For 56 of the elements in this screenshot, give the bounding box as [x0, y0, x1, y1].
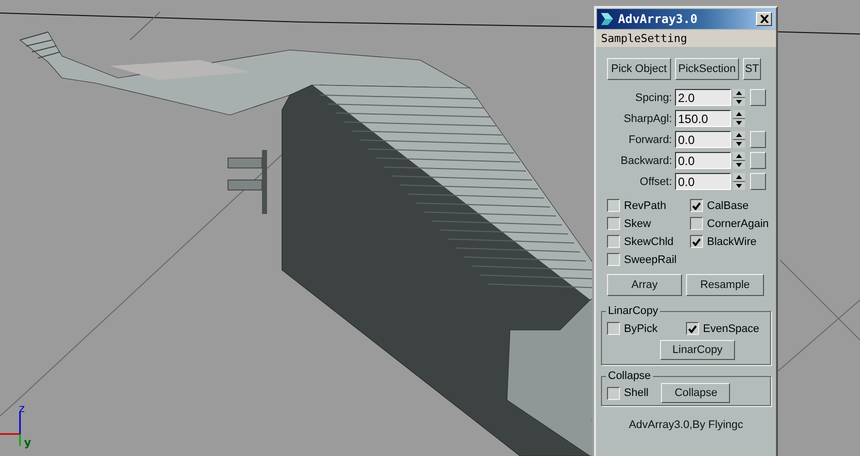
app-logo-icon: [600, 12, 614, 26]
spinner-icon[interactable]: [733, 89, 745, 106]
number-field[interactable]: 0.0: [675, 173, 731, 190]
checkbox-label: Shell: [624, 387, 648, 399]
axis-tripod-drawing: [0, 412, 21, 446]
spinner-icon[interactable]: [733, 173, 745, 190]
square-button[interactable]: [750, 89, 766, 106]
axis-label: y: [24, 436, 32, 449]
footer-text: AdvArray3.0,By Flyingc: [628, 419, 744, 431]
checkbox[interactable]: [607, 253, 620, 266]
square-button[interactable]: [750, 152, 766, 169]
linar-copy-button[interactable]: LinarCopy: [660, 340, 735, 360]
checkbox[interactable]: [607, 235, 620, 248]
field-label: Offset:: [638, 176, 673, 188]
collapse-button[interactable]: Collapse: [661, 383, 730, 403]
number-field[interactable]: 0.0: [675, 152, 731, 169]
window-title: AdvArray3.0: [618, 12, 698, 26]
checkbox-label: SweepRail: [624, 254, 677, 266]
field-label: Forward:: [628, 134, 673, 146]
checkbox[interactable]: [607, 386, 620, 400]
checkbox-label: CornerAgain: [707, 218, 769, 230]
spinner-icon[interactable]: [733, 110, 745, 127]
square-button[interactable]: [750, 131, 766, 148]
number-field[interactable]: 2.0: [675, 89, 731, 106]
checkbox[interactable]: [607, 322, 620, 335]
spinner-icon[interactable]: [733, 152, 745, 169]
group-title: Collapse: [607, 370, 652, 382]
checkbox[interactable]: [690, 199, 703, 212]
checkbox-label: EvenSpace: [703, 322, 760, 334]
checkbox[interactable]: [607, 199, 620, 212]
checkbox-label: Skew: [624, 218, 651, 230]
checkbox-label: BlackWire: [707, 236, 757, 248]
number-field[interactable]: 0.0: [675, 131, 731, 148]
checkbox-label: RevPath: [624, 200, 666, 212]
checkbox[interactable]: [607, 217, 620, 230]
checkbox[interactable]: [690, 235, 703, 248]
checkbox-label: CalBase: [707, 200, 749, 212]
group-title: LinarCopy: [607, 305, 660, 317]
action-button[interactable]: Array: [607, 274, 682, 296]
square-button[interactable]: [750, 173, 766, 190]
checkbox[interactable]: [686, 322, 699, 335]
spinner-icon[interactable]: [733, 131, 745, 148]
field-label: Backward:: [620, 154, 673, 166]
pick-button[interactable]: Pick Object: [607, 58, 671, 80]
checkbox-label: SkewChld: [624, 236, 674, 248]
pick-button[interactable]: ST: [743, 58, 761, 80]
pick-button[interactable]: PickSection: [675, 58, 739, 80]
close-button[interactable]: [756, 12, 772, 26]
checkbox[interactable]: [690, 217, 703, 230]
field-label: SharpAgl:: [622, 112, 673, 124]
axis-label: z: [19, 402, 25, 415]
close-icon: [760, 15, 768, 23]
checkbox-label: ByPick: [624, 322, 658, 334]
action-button[interactable]: Resample: [686, 274, 764, 296]
field-label: Spcing:: [634, 92, 673, 104]
number-field[interactable]: 150.0: [675, 110, 731, 127]
